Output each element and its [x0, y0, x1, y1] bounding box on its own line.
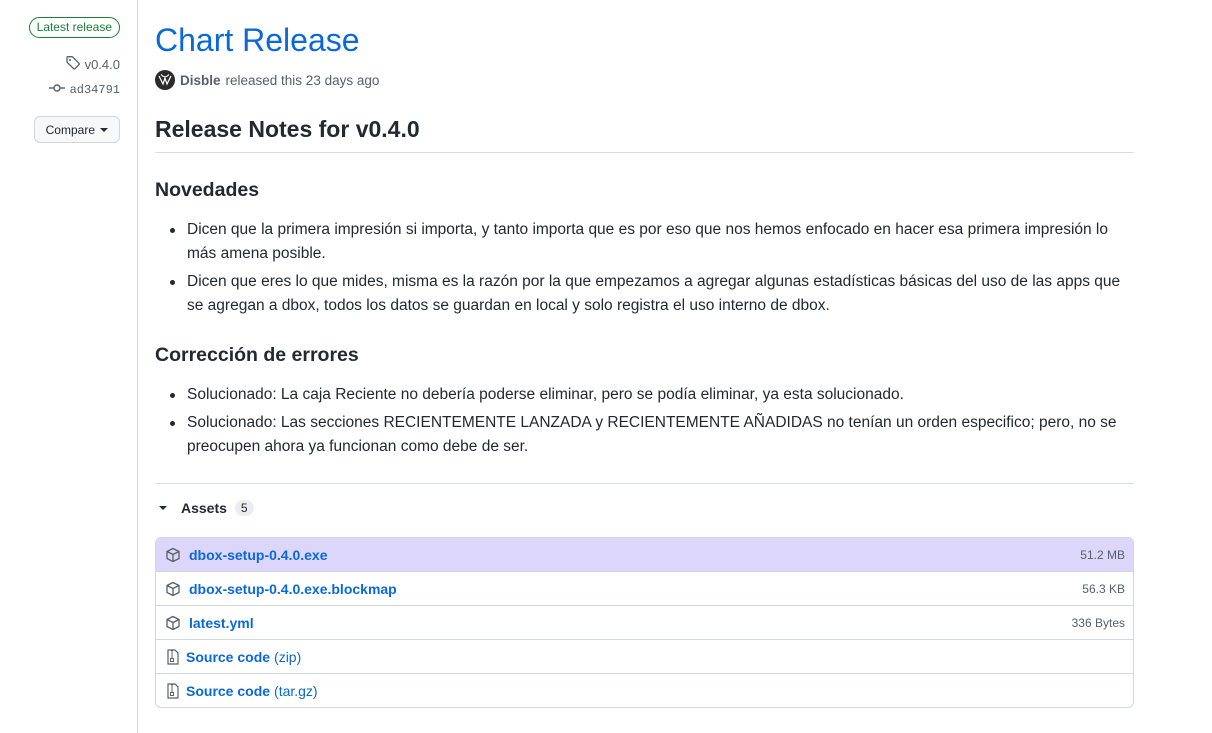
- release-notes: Release Notes for v0.4.0 Novedades Dicen…: [155, 116, 1134, 459]
- commit-hash: ad34791: [69, 83, 120, 97]
- source-row[interactable]: Source code (zip): [156, 639, 1133, 673]
- asset-size: 336 Bytes: [1071, 615, 1125, 630]
- assets-label: Assets: [181, 500, 227, 516]
- asset-link[interactable]: latest.yml: [189, 615, 254, 631]
- package-icon: [165, 581, 181, 597]
- assets-count-badge: 5: [234, 500, 254, 516]
- source-format: (tar.gz): [274, 682, 318, 699]
- file-zip-icon: [166, 648, 182, 665]
- list-item: Dicen que la primera impresión si import…: [155, 218, 1134, 266]
- tag-icon: [65, 55, 81, 74]
- source-format: (zip): [274, 648, 302, 665]
- asset-size: 56.3 KB: [1082, 581, 1125, 596]
- file-zip-icon: [166, 682, 182, 699]
- source-code-link[interactable]: Source code: [186, 683, 270, 699]
- source-code-link[interactable]: Source code: [186, 649, 270, 665]
- asset-size: 51.2 MB: [1080, 547, 1125, 562]
- assets-list: dbox-setup-0.4.0.exe 51.2 MB dbox-setup-…: [155, 537, 1134, 708]
- asset-row[interactable]: dbox-setup-0.4.0.exe.blockmap 56.3 KB: [156, 571, 1133, 605]
- asset-link[interactable]: dbox-setup-0.4.0.exe: [189, 547, 328, 563]
- release-meta-sidebar: Latest release v0.4.0 ad34791 Compare: [0, 0, 138, 733]
- section-list: Dicen que la primera impresión si import…: [155, 218, 1134, 318]
- section-heading: Novedades: [155, 179, 260, 201]
- release-title[interactable]: Chart Release: [155, 22, 360, 59]
- source-row[interactable]: Source code (tar.gz): [156, 673, 1133, 707]
- release-author-line: Disble released this 23 days ago: [155, 70, 379, 90]
- package-icon: [165, 615, 181, 631]
- tag-link[interactable]: v0.4.0: [65, 55, 120, 74]
- list-item: Solucionado: La caja Reciente no debería…: [155, 383, 1134, 407]
- commit-link[interactable]: ad34791: [48, 82, 120, 98]
- divider: [155, 483, 1134, 484]
- asset-link[interactable]: dbox-setup-0.4.0.exe.blockmap: [189, 581, 397, 597]
- latest-release-badge: Latest release: [28, 17, 120, 38]
- compare-button[interactable]: Compare: [33, 116, 120, 143]
- chevron-down-icon: [100, 127, 108, 132]
- package-icon: [165, 547, 181, 563]
- triangle-down-icon: [159, 506, 167, 510]
- released-text: released this 23 days ago: [225, 72, 380, 88]
- author-name[interactable]: Disble: [180, 73, 221, 88]
- section-list: Solucionado: La caja Reciente no debería…: [155, 383, 1134, 459]
- avatar[interactable]: [155, 70, 175, 90]
- assets-toggle[interactable]: Assets 5: [157, 500, 254, 516]
- list-item: Solucionado: Las secciones RECIENTEMENTE…: [155, 411, 1134, 459]
- compare-label: Compare: [45, 122, 95, 137]
- tag-label: v0.4.0: [84, 57, 120, 72]
- list-item: Dicen que eres lo que mides, misma es la…: [155, 270, 1134, 318]
- release-notes-heading: Release Notes for v0.4.0: [155, 116, 1134, 153]
- commit-icon: [48, 82, 65, 98]
- asset-row[interactable]: dbox-setup-0.4.0.exe 51.2 MB: [156, 538, 1133, 571]
- section-heading: Corrección de errores: [155, 344, 359, 366]
- asset-row[interactable]: latest.yml 336 Bytes: [156, 605, 1133, 639]
